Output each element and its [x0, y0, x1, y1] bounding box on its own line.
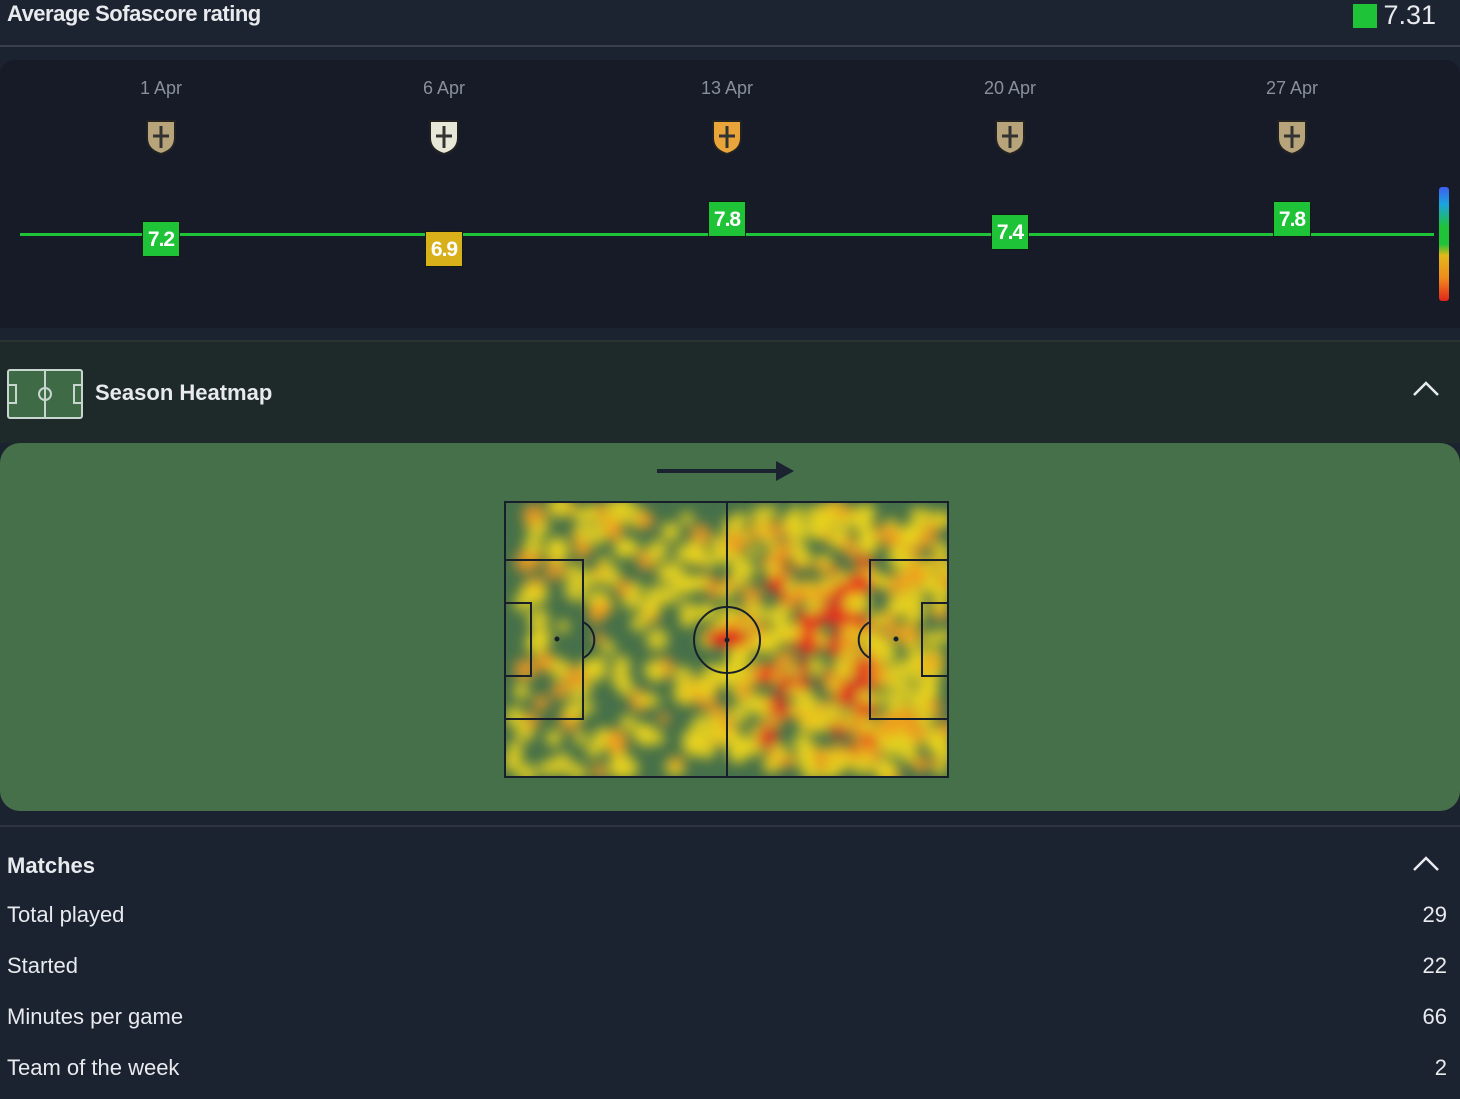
matches-section: Matches Total played 29 Started 22 Minutes p… — [0, 825, 1460, 1099]
stat-row: Started 22 — [7, 953, 1447, 979]
matches-title: Matches — [7, 853, 96, 878]
stat-label: Team of the week — [7, 1055, 180, 1080]
stat-value: 66 — [1422, 1004, 1447, 1029]
stat-row: Team of the week 2 — [7, 1055, 1447, 1081]
chevron-up-icon[interactable] — [1412, 853, 1440, 881]
stat-row: Total played 29 — [7, 902, 1447, 928]
heatmap-blobs — [505, 502, 948, 777]
stat-value: 22 — [1422, 953, 1447, 978]
stat-value: 2 — [1434, 1055, 1447, 1080]
stat-label: Started — [7, 953, 78, 978]
stat-row: Minutes per game 66 — [7, 1004, 1447, 1030]
stat-label: Minutes per game — [7, 1004, 184, 1029]
stat-label: Total played — [7, 902, 125, 927]
stat-value: 29 — [1422, 902, 1447, 927]
direction-arrow-icon — [657, 461, 794, 481]
